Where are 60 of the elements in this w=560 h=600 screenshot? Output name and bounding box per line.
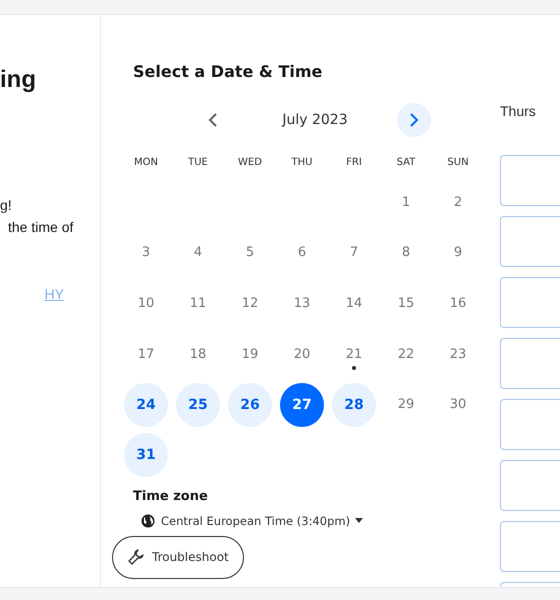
calendar-day[interactable]: 6 [280, 230, 324, 275]
calendar-day[interactable]: 16 [436, 281, 480, 326]
caret-icon [355, 518, 364, 524]
weekday-label: WED [237, 156, 263, 170]
calendar-day[interactable]: 13 [280, 281, 324, 326]
section-title: Select a Date & Time [133, 62, 324, 81]
calendar-day[interactable]: 5 [228, 230, 272, 275]
calendar-day[interactable]: 3 [124, 230, 168, 275]
calendar-day[interactable]: 7 [332, 230, 376, 275]
timezone-label: Time zone [133, 488, 209, 504]
timezone-dropdown[interactable]: Central European Time (3:40pm) [161, 514, 364, 528]
month-label: July 2023 [280, 112, 349, 128]
calendar-day[interactable]: 20 [280, 332, 324, 376]
calendar-day[interactable]: 8 [384, 230, 428, 275]
weekday-label: THU [290, 156, 314, 170]
time-slot-button[interactable] [500, 460, 560, 511]
troubleshoot-button[interactable]: Troubleshoot [112, 536, 244, 579]
calendar-day[interactable]: 1 [384, 180, 428, 224]
calendar-day[interactable]: 14 [332, 281, 376, 326]
time-slot-button[interactable] [500, 521, 560, 572]
weekday-label: SUN [446, 156, 470, 170]
calendar-day[interactable]: 19 [228, 332, 272, 376]
weekday-label: SAT [396, 156, 416, 170]
calendar-day[interactable]: 30 [436, 382, 480, 427]
description-text: g! [0, 196, 13, 215]
calendar-day[interactable]: 28 [332, 382, 376, 427]
selected-date: Thurs [500, 103, 537, 119]
event-title: ing [0, 66, 37, 94]
globe-icon [141, 514, 155, 528]
description-text: the time of [7, 218, 74, 237]
calendar-day[interactable]: 11 [176, 281, 220, 326]
weekday-label: TUE [187, 156, 209, 170]
next-month-button[interactable] [397, 103, 431, 137]
chevron-right-icon [409, 113, 419, 127]
calendar-day[interactable]: 12 [228, 281, 272, 326]
calendar-day[interactable]: 2 [436, 180, 480, 224]
calendar-day[interactable]: 18 [176, 332, 220, 376]
wrench-icon [127, 548, 145, 566]
calendar-day[interactable]: 17 [124, 332, 168, 376]
calendar-day[interactable]: 24 [124, 382, 168, 427]
calendar-day[interactable]: 4 [176, 230, 220, 275]
calendar-day[interactable]: 31 [124, 433, 168, 478]
calendar-day[interactable]: 29 [384, 382, 428, 427]
calendar-day[interactable]: 22 [384, 332, 428, 376]
chevron-left-icon [208, 113, 218, 127]
calendar-day[interactable]: 21 [332, 332, 376, 376]
calendar-day[interactable]: 15 [384, 281, 428, 326]
calendar-day[interactable]: 23 [436, 332, 480, 376]
time-slot-button[interactable] [500, 155, 560, 206]
calendar-day[interactable]: 27 [280, 382, 324, 427]
weekday-label: MON [133, 156, 159, 170]
calendar-day[interactable]: 26 [228, 382, 272, 427]
time-slot-button[interactable] [500, 338, 560, 389]
calendar-day[interactable]: 9 [436, 230, 480, 275]
time-slot-button[interactable] [500, 277, 560, 328]
calendar-day[interactable]: 25 [176, 382, 220, 427]
calendar-day[interactable]: 10 [124, 281, 168, 326]
weekday-label: FRI [345, 156, 363, 170]
time-slot-button[interactable] [500, 216, 560, 267]
time-slot-button[interactable] [500, 399, 560, 450]
